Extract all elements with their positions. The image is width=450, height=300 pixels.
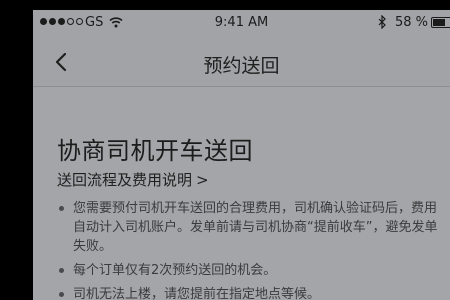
note-item: 每个订单仅有2次预约送回的机会。	[59, 261, 439, 280]
bluetooth-icon	[378, 15, 386, 29]
notes-list: 您需要预付司机开车送回的合理费用，司机确认验证码后，费用自动计入司机账户。发单前…	[59, 199, 439, 300]
status-time: 9:41 AM	[214, 15, 269, 30]
page-title: 预约送回	[203, 55, 280, 77]
section-heading: 协商司机开车送回	[57, 137, 253, 165]
device-frame: GS 9:41 AM 58 % 预约送回 协商司机开车送回 送回流程及费用说明 …	[0, 0, 450, 300]
navigation-bar: 预约送回	[33, 38, 450, 87]
battery-percent: 58 %	[395, 15, 429, 30]
note-item: 司机无法上楼，请您提前在指定地点等候。	[59, 285, 439, 300]
flow-link-label: 送回流程及费用说明	[57, 171, 193, 189]
app-screen: GS 9:41 AM 58 % 预约送回 协商司机开车送回 送回流程及费用说明 …	[33, 10, 450, 300]
main-content: 协商司机开车送回 送回流程及费用说明 > 您需要预付司机开车送回的合理费用，司机确…	[33, 87, 450, 300]
battery-level-fill	[433, 19, 445, 26]
status-bar: GS 9:41 AM 58 %	[33, 10, 450, 38]
flow-and-fee-link[interactable]: 送回流程及费用说明 >	[57, 169, 209, 190]
note-item: 您需要预付司机开车送回的合理费用，司机确认验证码后，费用自动计入司机账户。发单前…	[59, 199, 439, 256]
chevron-right-icon: >	[196, 171, 209, 189]
battery-icon	[431, 17, 450, 28]
